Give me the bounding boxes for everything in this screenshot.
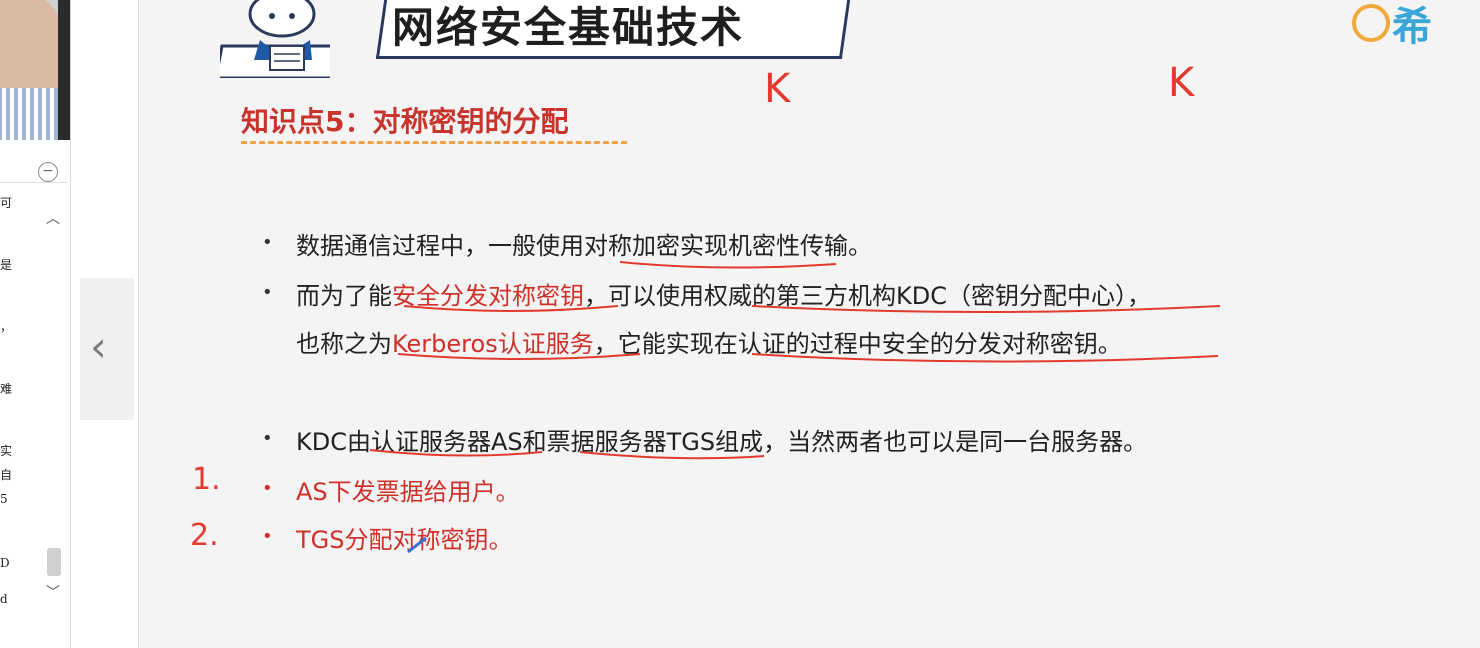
instructor-video[interactable]: [0, 0, 70, 140]
annotation-k: K: [1168, 60, 1195, 106]
line-text: 数据通信过程中，一般使用: [296, 232, 584, 260]
bullet-line-4: AS下发票据给用户。: [296, 478, 520, 506]
line-text: ，它能实现在认证的过程中安全的分发对称密钥。: [593, 330, 1122, 358]
bullet-line-2: 而为了能安全分发对称密钥，可以使用权威的第三方机构KDC（密钥分配中心），: [296, 276, 1151, 311]
chapter-item-text[interactable]: 自: [0, 466, 12, 483]
bullet-dot: •: [262, 282, 273, 303]
chapter-item-text[interactable]: 可: [0, 194, 12, 211]
bullet-dot: •: [262, 428, 273, 449]
line-text: 而为了能: [296, 282, 392, 310]
annotation-number: 2.: [190, 518, 219, 553]
prev-slide-button[interactable]: [80, 278, 134, 420]
minus-circle-icon[interactable]: −: [38, 162, 58, 182]
bullet-line-1: 数据通信过程中，一般使用对称加密实现机密性传输。: [296, 226, 872, 261]
line-text: 对称加密实现机密性传输。: [584, 232, 872, 260]
brand-logo-icon: [1352, 4, 1390, 42]
chapter-item-text[interactable]: 实: [0, 442, 12, 459]
bullet-dot: •: [262, 478, 273, 499]
course-title: 网络安全基础技术: [392, 3, 745, 52]
chapter-item-text[interactable]: D: [0, 556, 10, 570]
title-dashed-underline: [241, 141, 627, 144]
instructor-shirt: [0, 88, 60, 140]
line-text: 也称之为: [296, 330, 392, 358]
chapter-item-text[interactable]: 是: [0, 256, 12, 273]
highlight-text: 安全分发对称密钥: [392, 282, 584, 310]
chapter-item-text[interactable]: 难: [0, 380, 12, 397]
knowledge-point-title: 知识点5：对称密钥的分配: [241, 105, 569, 138]
scrollbar-thumb[interactable]: [47, 548, 61, 576]
bullet-line-3: KDC由认证服务器AS和票据服务器TGS组成，当然两者也可以是同一台服务器。: [296, 428, 1148, 456]
chevron-down-icon[interactable]: ﹀: [46, 582, 60, 602]
bullet-line-2-cont: 也称之为Kerberos认证服务，它能实现在认证的过程中安全的分发对称密钥。: [296, 324, 1122, 359]
course-sidebar: − 可 是 ， 难 实 自 5 D d ︿ ﹀: [0, 0, 71, 648]
line-text: ，可以使用权威的第三方机构KDC（密钥分配中心），: [584, 282, 1151, 310]
annotation-number: 1.: [192, 462, 221, 497]
bullet-line-5: TGS分配对称密钥。: [296, 526, 513, 554]
chevron-left-icon[interactable]: ‹: [90, 322, 107, 372]
highlight-text: Kerberos认证服务: [392, 330, 594, 358]
video-background: [58, 0, 70, 140]
chapter-list-header: [0, 152, 68, 183]
bullet-dot: •: [262, 526, 273, 547]
mascot-icon: [220, 0, 330, 78]
chapter-item-text[interactable]: 5: [0, 492, 8, 506]
chevron-up-icon[interactable]: ︿: [46, 208, 60, 228]
chapter-item-text[interactable]: ，: [0, 318, 12, 335]
chapter-item-text[interactable]: d: [0, 592, 8, 606]
annotation-k: K: [764, 66, 791, 112]
bullet-dot: •: [262, 232, 273, 253]
brand-logo-text: 希: [1392, 4, 1432, 50]
